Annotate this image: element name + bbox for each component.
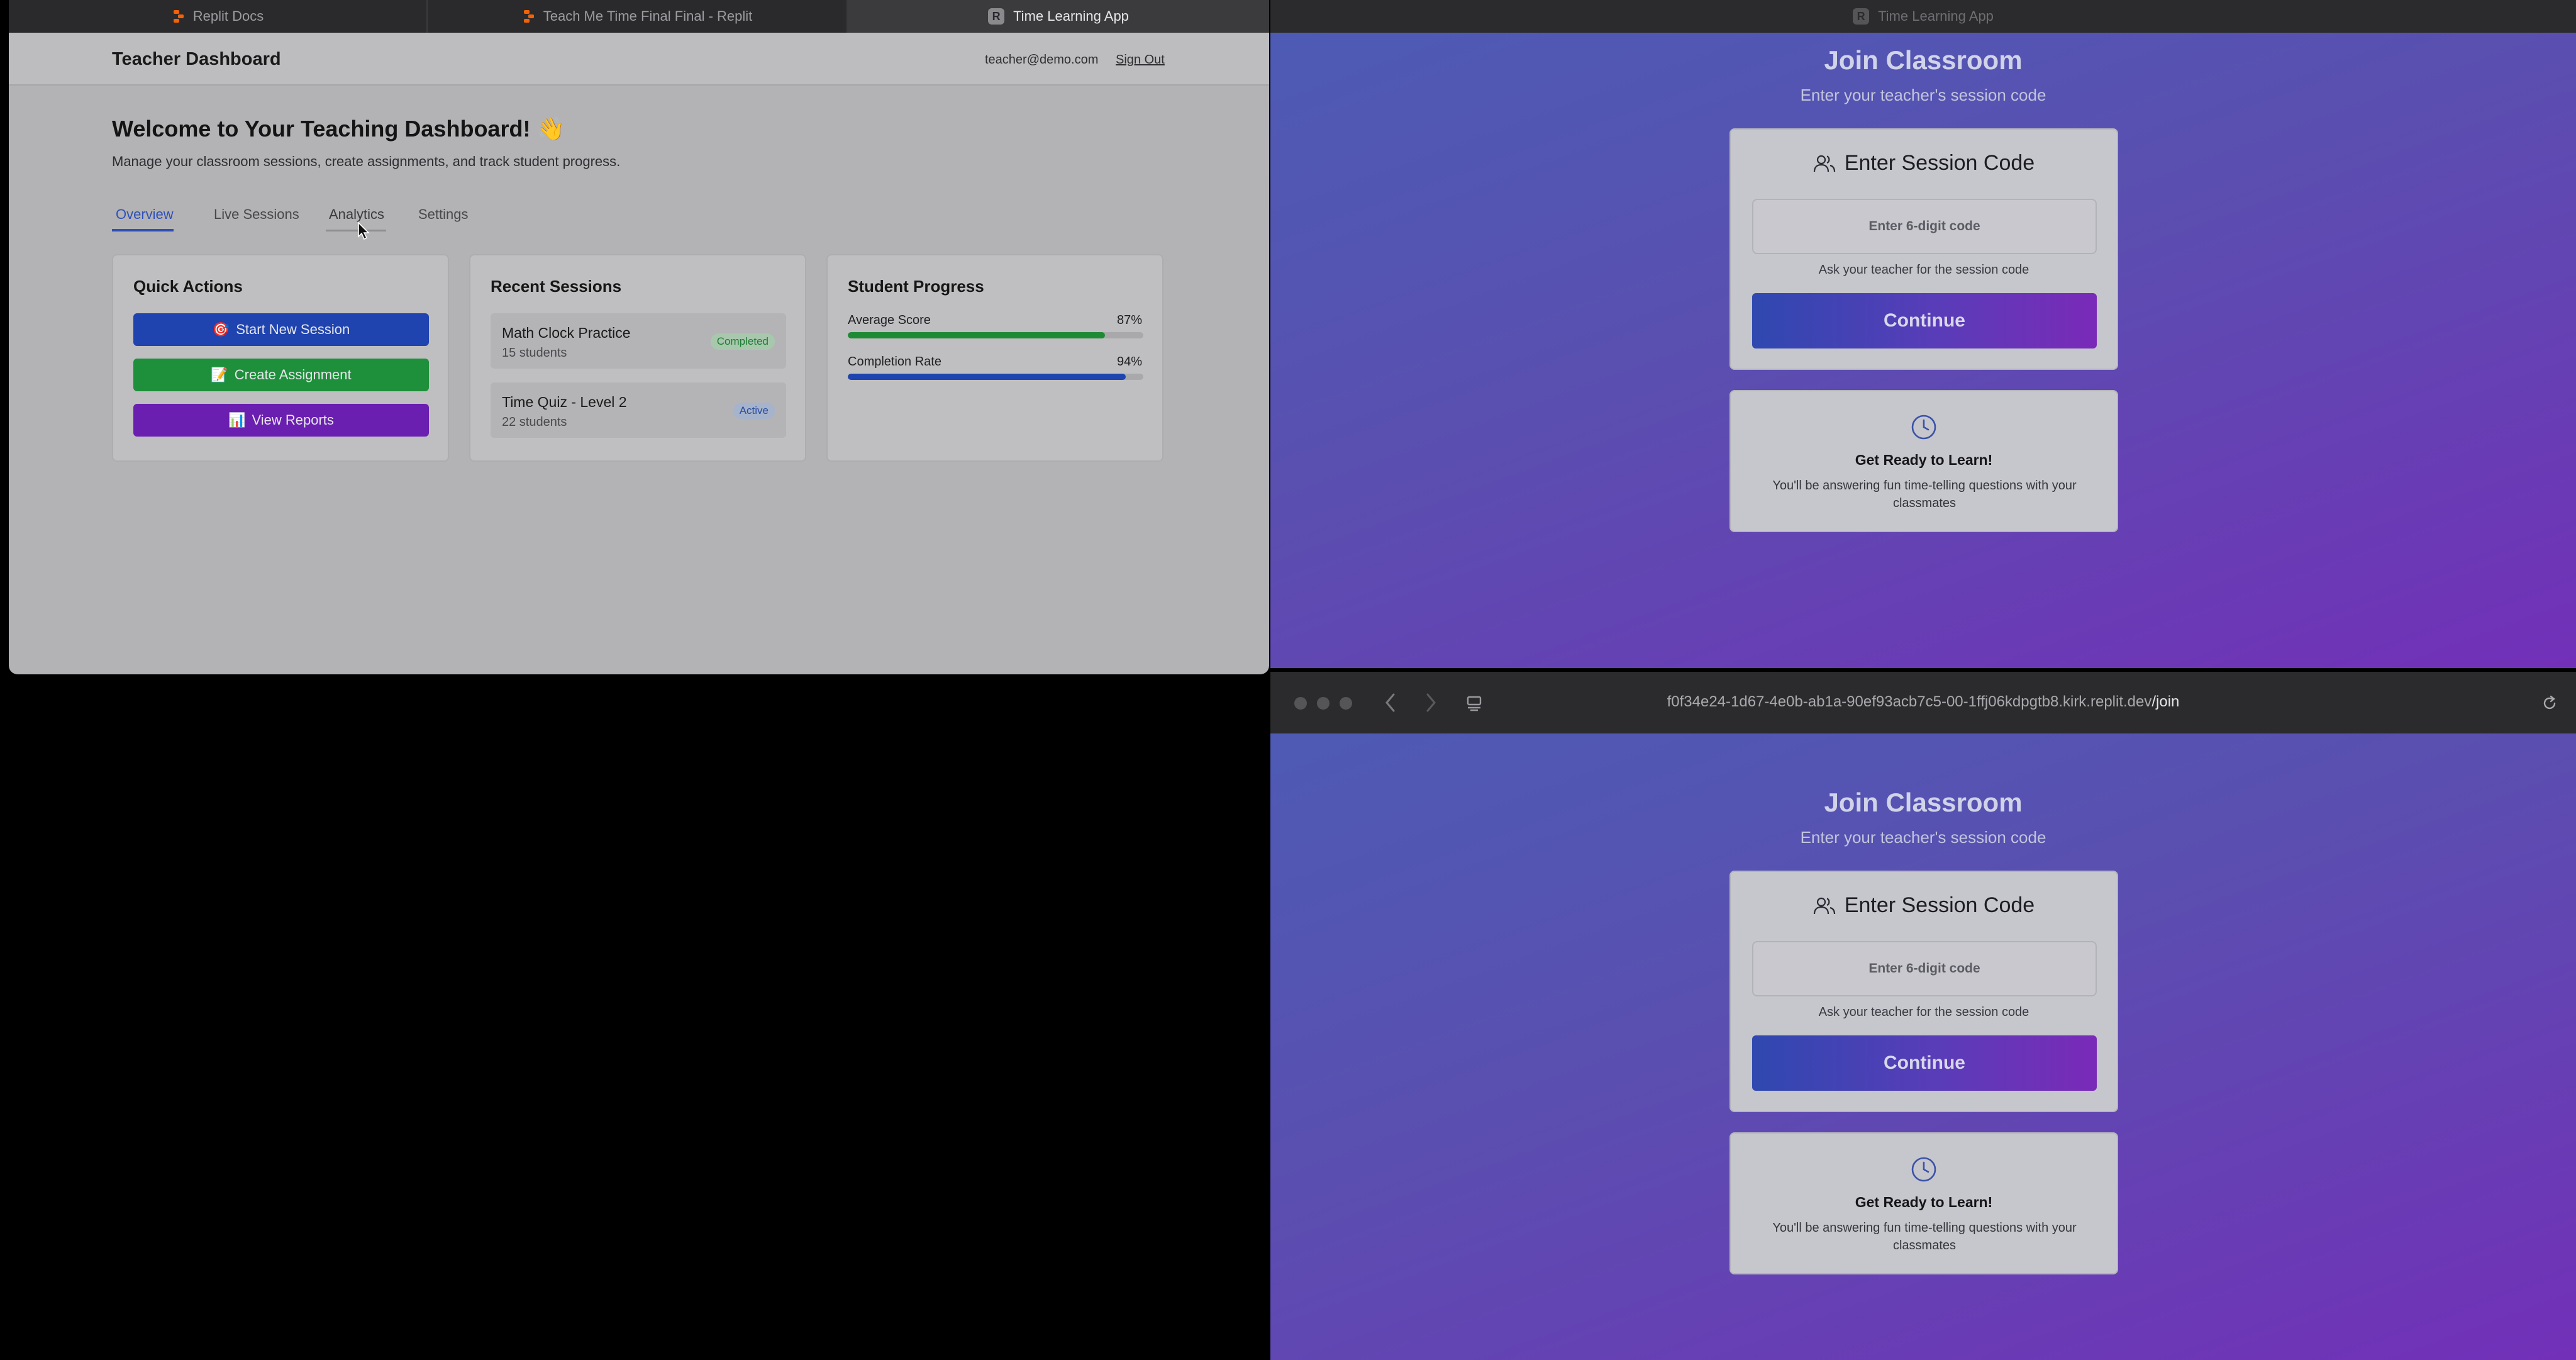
progress-value: 87%	[1116, 313, 1142, 327]
recent-sessions-card: Recent Sessions Math Clock Practice 15 s…	[469, 254, 806, 462]
address-bar[interactable]: f0f34e24-1d67-4e0b-ab1a-90ef93acb7c5-00-…	[1270, 693, 2576, 711]
button-label: View Reports	[252, 412, 334, 428]
get-ready-card: Get Ready to Learn! You'll be answering …	[1729, 390, 2118, 532]
user-email: teacher@demo.com	[985, 53, 1099, 67]
users-icon	[1813, 155, 1835, 172]
browser-tab-replit-docs[interactable]: Replit Docs	[9, 0, 428, 33]
replit-icon	[522, 9, 535, 23]
tab-analytics[interactable]: Analytics	[329, 206, 384, 223]
browser-tab-bar: Replit Docs Teach Me Time Final Final - …	[9, 0, 1269, 33]
welcome-subtitle: Manage your classroom sessions, create a…	[112, 153, 621, 169]
sign-out-link[interactable]: Sign Out	[1116, 53, 1165, 67]
ready-title: Get Ready to Learn!	[1855, 452, 1993, 468]
continue-button[interactable]: Continue	[1752, 1035, 2097, 1091]
bar-chart-icon: 📊	[228, 412, 246, 428]
memo-icon: 📝	[211, 367, 228, 382]
status-badge: Completed	[710, 333, 775, 350]
card-title: Student Progress	[848, 277, 984, 296]
browser-toolbar: f0f34e24-1d67-4e0b-ab1a-90ef93acb7c5-00-…	[1270, 672, 2576, 733]
active-tab-indicator	[112, 229, 174, 231]
button-label: Start New Session	[236, 321, 350, 337]
page-title: Join Classroom	[1824, 45, 2023, 75]
url-path: /join	[2151, 693, 2180, 710]
progress-value: 94%	[1116, 355, 1142, 369]
card-header: Enter Session Code	[1731, 151, 2117, 176]
replit-icon	[172, 9, 184, 23]
card-title: Enter Session Code	[1844, 151, 2035, 175]
session-student-count: 22 students	[502, 415, 567, 429]
page-title: Join Classroom	[1824, 788, 2023, 817]
page-subtitle: Enter your teacher's session code	[1800, 828, 2046, 847]
reload-icon[interactable]	[2541, 694, 2558, 712]
page-subtitle: Enter your teacher's session code	[1800, 86, 2046, 104]
browser-tab-replit-project[interactable]: Teach Me Time Final Final - Replit	[428, 0, 848, 33]
session-code-input[interactable]	[1752, 199, 2097, 254]
join-page: Join Classroom Enter your teacher's sess…	[1270, 733, 2576, 1360]
ready-description: You'll be answering fun time-telling que…	[1772, 479, 2077, 510]
input-hint: Ask your teacher for the session code	[1818, 263, 2029, 277]
browser-tab-label: Replit Docs	[192, 8, 264, 24]
completion-rate-progress-bar	[848, 374, 1143, 380]
progress-fill	[848, 332, 1105, 338]
continue-button[interactable]: Continue	[1752, 293, 2097, 348]
browser-tab-label: Teach Me Time Final Final - Replit	[543, 8, 753, 24]
list-item[interactable]: Time Quiz - Level 2 22 students Active	[491, 382, 786, 438]
ready-title: Get Ready to Learn!	[1855, 1194, 1993, 1210]
session-name: Time Quiz - Level 2	[502, 394, 627, 410]
start-new-session-button[interactable]: 🎯 Start New Session	[133, 313, 429, 346]
ready-description: You'll be answering fun time-telling que…	[1772, 1221, 2077, 1252]
users-icon	[1813, 897, 1835, 914]
mouse-cursor-icon	[358, 221, 370, 240]
browser-tab-time-learning-app[interactable]: R Time Learning App	[848, 0, 1269, 33]
progress-label: Average Score	[848, 313, 931, 327]
average-score-progress-bar	[848, 332, 1143, 338]
view-reports-button[interactable]: 📊 View Reports	[133, 404, 429, 437]
welcome-heading: Welcome to Your Teaching Dashboard! 👋	[112, 116, 565, 142]
clock-icon	[1911, 1157, 1936, 1182]
hover-tab-indicator	[326, 230, 386, 231]
join-classroom-window-bottom: f0f34e24-1d67-4e0b-ab1a-90ef93acb7c5-00-…	[1270, 672, 2576, 1360]
tab-overview[interactable]: Overview	[116, 206, 174, 223]
card-title: Enter Session Code	[1844, 893, 2035, 917]
session-student-count: 15 students	[502, 346, 567, 360]
tab-live-sessions[interactable]: Live Sessions	[214, 206, 299, 223]
progress-label: Completion Rate	[848, 355, 941, 369]
browser-tab-label: Time Learning App	[1013, 8, 1129, 24]
dashboard-header: Teacher Dashboard teacher@demo.com Sign …	[9, 33, 1269, 86]
clock-icon-wrapper	[1731, 414, 2117, 440]
clock-icon-wrapper	[1731, 1156, 2117, 1183]
get-ready-card: Get Ready to Learn! You'll be answering …	[1729, 1132, 2118, 1274]
join-page: Join Classroom Enter your teacher's sess…	[1270, 0, 2576, 668]
card-title: Quick Actions	[133, 277, 243, 296]
quick-actions-card: Quick Actions 🎯 Start New Session 📝 Crea…	[112, 254, 449, 462]
tab-settings[interactable]: Settings	[418, 206, 469, 223]
card-title: Recent Sessions	[491, 277, 622, 296]
session-name: Math Clock Practice	[502, 325, 631, 341]
letter-r-icon: R	[988, 8, 1005, 25]
list-item[interactable]: Math Clock Practice 15 students Complete…	[491, 313, 786, 369]
teacher-dashboard-window: Replit Docs Teach Me Time Final Final - …	[9, 0, 1269, 674]
join-classroom-window-top: R Time Learning App Join Classroom Enter…	[1270, 0, 2576, 668]
button-label: Create Assignment	[234, 367, 352, 382]
target-icon: 🎯	[212, 321, 230, 337]
url-host: f0f34e24-1d67-4e0b-ab1a-90ef93acb7c5-00-…	[1667, 693, 2152, 710]
clock-icon	[1911, 415, 1936, 440]
desktop: Replit Docs Teach Me Time Final Final - …	[0, 0, 2576, 1360]
page-title: Teacher Dashboard	[112, 49, 281, 69]
input-hint: Ask your teacher for the session code	[1818, 1005, 2029, 1019]
session-code-input[interactable]	[1752, 941, 2097, 996]
session-code-card: Enter Session Code Ask your teacher for …	[1729, 128, 2118, 370]
card-header: Enter Session Code	[1731, 893, 2117, 918]
session-code-card: Enter Session Code Ask your teacher for …	[1729, 871, 2118, 1112]
status-badge: Active	[733, 403, 775, 419]
create-assignment-button[interactable]: 📝 Create Assignment	[133, 359, 429, 391]
progress-fill	[848, 374, 1126, 380]
student-progress-card: Student Progress Average Score 87% Compl…	[826, 254, 1163, 462]
